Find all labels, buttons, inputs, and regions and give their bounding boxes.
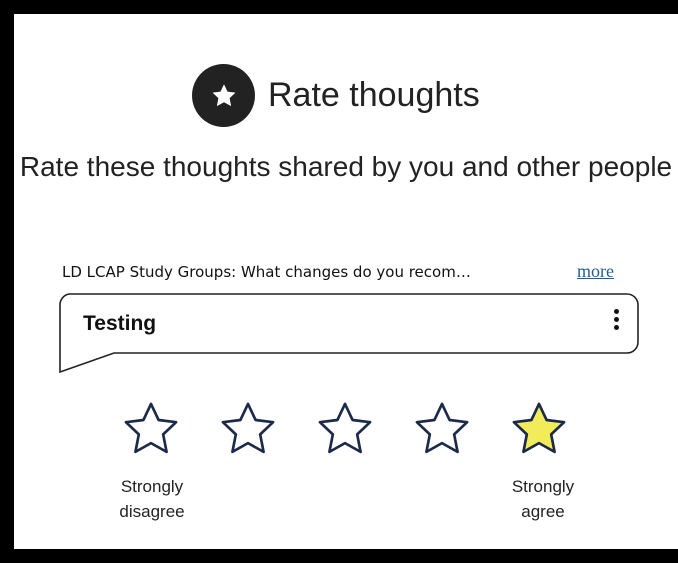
- star-4-icon[interactable]: [412, 401, 472, 457]
- thought-bubble: Testing: [58, 293, 639, 374]
- low-label: Strongly disagree: [119, 477, 185, 521]
- star-5-icon[interactable]: [509, 401, 569, 457]
- question-text: LD LCAP Study Groups: What changes do yo…: [62, 263, 471, 281]
- page-subtitle: Rate these thoughts shared by you and ot…: [19, 151, 673, 182]
- star-1-icon[interactable]: [121, 401, 181, 457]
- thought-text: Testing: [83, 312, 157, 335]
- star-2-icon[interactable]: [218, 401, 278, 457]
- more-link[interactable]: more: [577, 261, 614, 282]
- question-row: LD LCAP Study Groups: What changes do yo…: [62, 261, 614, 282]
- high-label: Strongly agree: [511, 477, 575, 521]
- star-3-icon[interactable]: [315, 401, 375, 457]
- page-header: Rate thoughts: [192, 64, 480, 127]
- kebab-menu-icon[interactable]: [609, 309, 623, 330]
- rate-thoughts-card: Rate thoughts Rate these thoughts shared…: [14, 14, 678, 549]
- page-title: Rate thoughts: [268, 76, 480, 114]
- star-badge-icon: [192, 64, 255, 127]
